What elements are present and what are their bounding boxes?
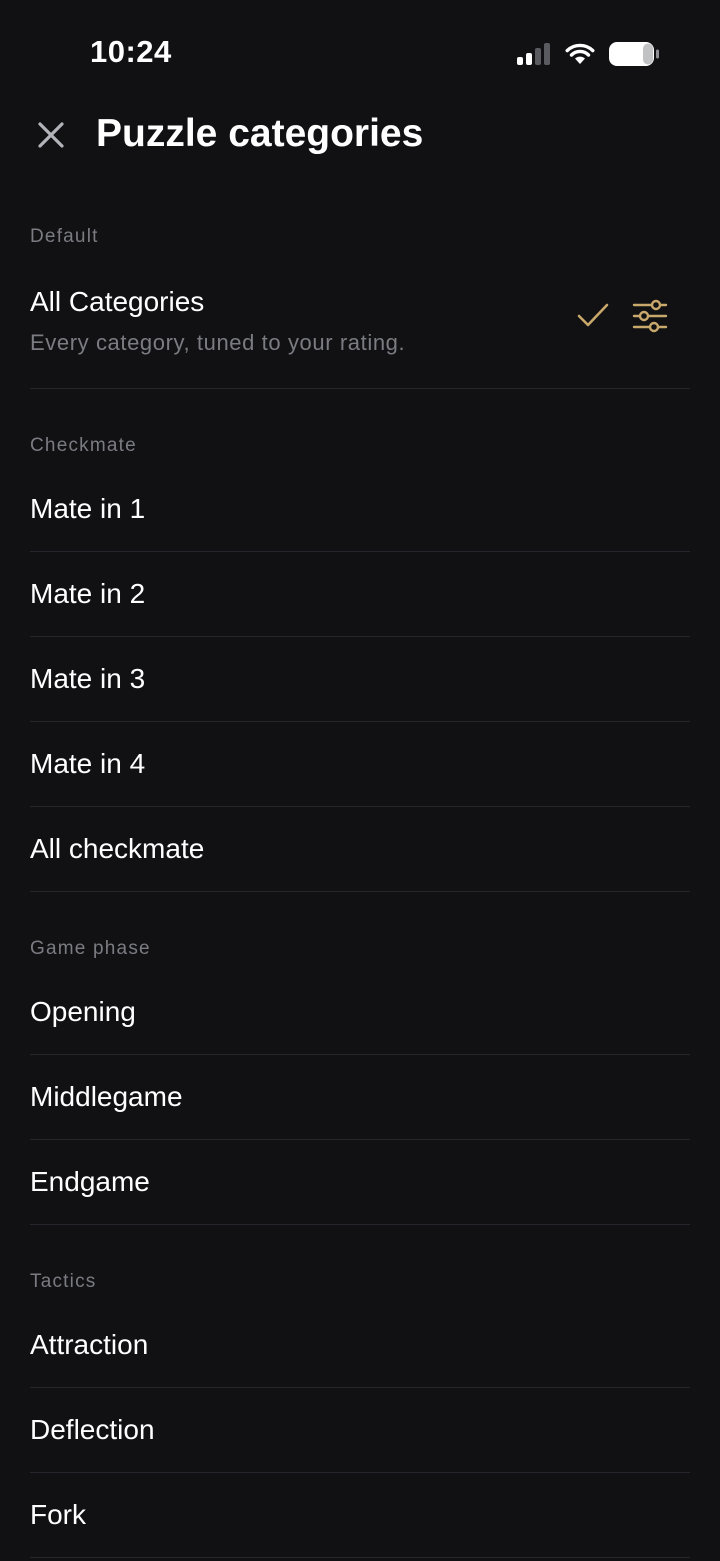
category-label: Mate in 3: [30, 663, 146, 694]
category-row-all-checkmate[interactable]: All checkmate: [30, 807, 690, 892]
check-icon: [577, 303, 609, 327]
status-time: 10:24: [90, 34, 172, 69]
category-row-mate-in-3[interactable]: Mate in 3: [30, 637, 690, 722]
category-row-opening[interactable]: Opening: [30, 970, 690, 1055]
category-label: Fork: [30, 1499, 86, 1530]
section-header-checkmate: Checkmate: [30, 435, 137, 456]
wifi-icon: [565, 43, 595, 64]
section-default: Default All Categories Every category, t…: [30, 224, 690, 389]
status-bar: 10:24: [0, 0, 720, 100]
section-header-default: Default: [30, 226, 99, 247]
category-title: All Categories: [30, 286, 205, 317]
section-header-tactics: Tactics: [30, 1271, 97, 1292]
category-label: Mate in 1: [30, 493, 146, 524]
category-row-mate-in-4[interactable]: Mate in 4: [30, 722, 690, 807]
category-label: Attraction: [30, 1329, 149, 1360]
category-row-endgame[interactable]: Endgame: [30, 1140, 690, 1225]
category-label: Deflection: [30, 1414, 155, 1445]
category-label: Mate in 4: [30, 748, 146, 779]
category-row-middlegame[interactable]: Middlegame: [30, 1055, 690, 1140]
header: Puzzle categories: [0, 100, 720, 180]
section-game-phase: Game phase Opening Middlegame Endgame: [30, 936, 690, 1225]
battery-icon: [609, 42, 659, 66]
section-header-game-phase: Game phase: [30, 938, 151, 959]
category-row-attraction[interactable]: Attraction: [30, 1303, 690, 1388]
category-row-mate-in-1[interactable]: Mate in 1: [30, 467, 690, 552]
close-icon: [38, 122, 64, 148]
category-row-all-categories[interactable]: All Categories Every category, tuned to …: [30, 272, 690, 389]
section-tactics: Tactics Attraction Deflection Fork: [30, 1269, 690, 1558]
puzzle-categories-screen: 10:24 Puzzle categories Default All Cate…: [0, 0, 720, 1561]
section-checkmate: Checkmate Mate in 1 Mate in 2 Mate in 3 …: [30, 433, 690, 892]
category-label: Endgame: [30, 1166, 150, 1197]
category-label: Mate in 2: [30, 578, 146, 609]
category-row-mate-in-2[interactable]: Mate in 2: [30, 552, 690, 637]
category-label: Middlegame: [30, 1081, 183, 1112]
category-row-fork[interactable]: Fork: [30, 1473, 690, 1558]
category-row-deflection[interactable]: Deflection: [30, 1388, 690, 1473]
page-title: Puzzle categories: [96, 112, 424, 155]
category-subtitle: Every category, tuned to your rating.: [30, 330, 406, 355]
status-icons: [516, 40, 660, 68]
category-list: Default All Categories Every category, t…: [30, 200, 690, 1558]
sliders-icon[interactable]: [630, 296, 670, 336]
category-label: All checkmate: [30, 833, 205, 864]
category-label: Opening: [30, 996, 136, 1027]
close-button[interactable]: [30, 114, 72, 156]
cellular-signal-icon: [517, 43, 550, 65]
